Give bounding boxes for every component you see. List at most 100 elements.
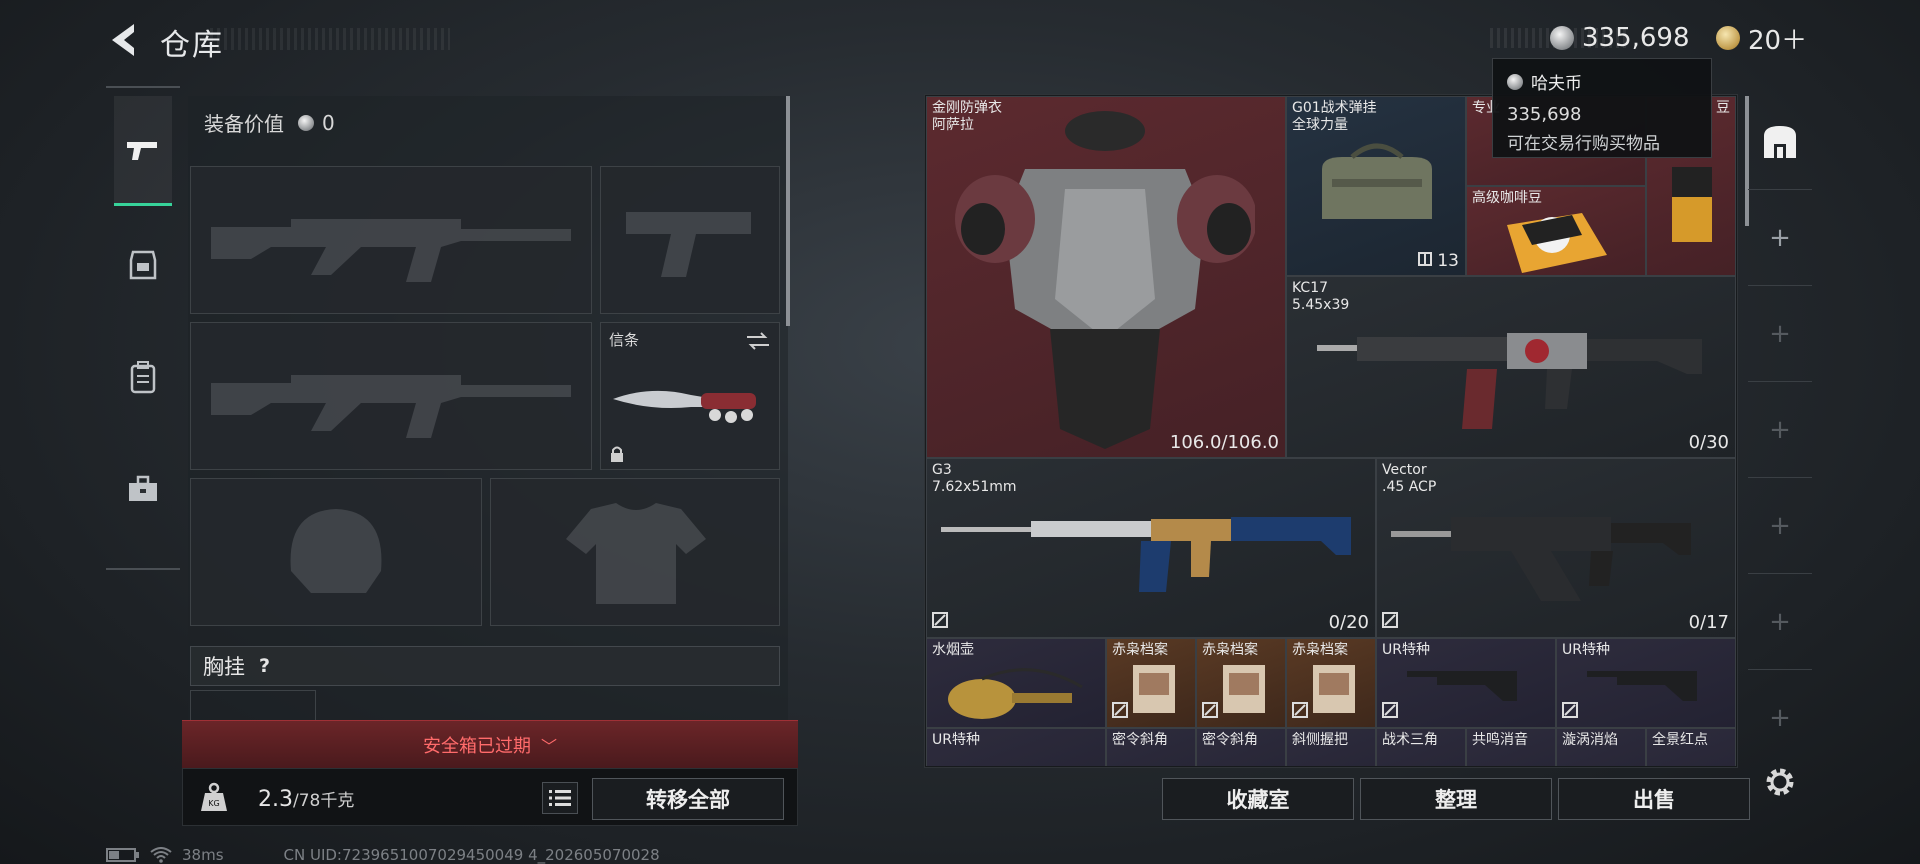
currency-display[interactable]: 335,698 — [1550, 22, 1690, 54]
plus-icon: + — [1769, 222, 1791, 253]
item-name: 共鸣消音 — [1472, 732, 1528, 748]
item-name: G3 7.62x51mm — [932, 462, 1017, 495]
duffel-bag-icon — [1322, 143, 1432, 219]
toolbox-icon — [129, 475, 157, 501]
stash-item[interactable]: G3 7.62x51mm 0/20 — [926, 458, 1376, 638]
stash-page-slot[interactable]: + — [1748, 286, 1812, 382]
stash-item[interactable]: 漩涡消焰 — [1556, 728, 1646, 766]
item-capacity: 13 — [1417, 251, 1459, 271]
stash-item[interactable]: 密令斜角 — [1106, 728, 1196, 766]
safe-box-status: 安全箱已过期 — [422, 735, 531, 757]
item-name: 赤枭档案 — [1202, 642, 1258, 658]
stash-item[interactable]: 赤枭档案 — [1196, 638, 1286, 728]
stash-page-slot[interactable]: + — [1748, 574, 1812, 670]
body-armor-icon — [955, 111, 1255, 449]
tab-weapons[interactable] — [114, 96, 172, 206]
stash-grid: 金刚防弹衣 阿萨拉 106.0/106.0 G01战术弹挂 全球力量 13 专业 — [926, 96, 1736, 766]
stash-page-main[interactable] — [1748, 94, 1812, 190]
stash-item[interactable]: 战术三角 — [1376, 728, 1466, 766]
currency-amount: 335,698 — [1582, 23, 1690, 53]
sidearm-slot[interactable] — [600, 166, 780, 314]
add-stash-page-button[interactable]: + — [1748, 190, 1812, 286]
vest-silhouette-icon — [566, 503, 706, 604]
stash-page-rail: + + + + + + — [1748, 94, 1812, 766]
wifi-icon — [150, 847, 172, 863]
item-ammo: 0/17 — [1688, 612, 1729, 633]
armor-slot[interactable] — [490, 478, 780, 626]
item-name: UR特种 — [932, 732, 980, 748]
stash-item[interactable]: 水烟壶 — [926, 638, 1106, 728]
item-name: 密令斜角 — [1202, 732, 1258, 748]
stash-item[interactable]: KC17 5.45x39 0/30 — [1286, 276, 1736, 458]
tab-backpack[interactable] — [114, 322, 172, 432]
backpack-icon — [130, 361, 156, 394]
stash-item[interactable]: G01战术弹挂 全球力量 13 — [1286, 96, 1466, 276]
stash-item[interactable]: UR特种 — [1376, 638, 1556, 728]
list-view-button[interactable] — [542, 782, 578, 814]
melee-slot[interactable]: 信条 — [600, 322, 780, 470]
stash-page-slot[interactable]: + — [1748, 382, 1812, 478]
repair-icon — [1382, 702, 1398, 718]
helmet-slot[interactable] — [190, 478, 482, 626]
currency-tooltip: 哈夫币 335,698 可在交易行购买物品 — [1492, 58, 1712, 158]
ticket-display[interactable]: 20＋ — [1716, 22, 1807, 56]
stash-page-slot[interactable]: + — [1748, 478, 1812, 574]
dossier-icon — [1133, 665, 1175, 713]
stash-item[interactable]: 赤枭档案 — [1106, 638, 1196, 728]
item-name: G01战术弹挂 全球力量 — [1292, 100, 1377, 133]
tab-gear[interactable] — [114, 210, 172, 320]
dossier-icon — [1223, 665, 1265, 713]
primary-weapon-slot[interactable] — [190, 166, 592, 314]
transfer-all-button[interactable]: 转移全部 — [592, 778, 784, 820]
chest-rig-label: 胸挂 — [203, 655, 245, 679]
repair-icon — [1562, 702, 1578, 718]
item-name: 赤枭档案 — [1292, 642, 1348, 658]
gear-icon — [1766, 768, 1794, 796]
safe-box-banner[interactable]: 安全箱已过期 ﹀ — [182, 720, 798, 768]
stash-item[interactable]: UR特种 — [1556, 638, 1736, 728]
haf-coin-icon — [298, 114, 314, 131]
pistol-silhouette-icon — [626, 212, 751, 277]
hookah-icon — [948, 668, 1083, 719]
equipment-scrollbar[interactable] — [786, 96, 790, 326]
repair-icon — [932, 612, 948, 628]
stash-item[interactable]: 高级咖啡豆 — [1466, 186, 1646, 276]
stock-icon — [1407, 671, 1517, 701]
stash-item[interactable]: 共鸣消音 — [1466, 728, 1556, 766]
swap-icon[interactable] — [745, 331, 771, 351]
stash-item[interactable]: 全景红点 — [1646, 728, 1736, 766]
repair-icon — [1292, 702, 1308, 718]
weight-current: 2.3 — [258, 787, 293, 812]
sort-button[interactable]: 整理 — [1360, 778, 1552, 820]
item-name: 斜侧握把 — [1292, 732, 1348, 748]
tab-toolbox[interactable] — [114, 434, 172, 544]
back-button[interactable] — [104, 18, 148, 62]
stash-item[interactable]: UR特种 — [926, 728, 1106, 766]
chevron-down-icon: ﹀ — [540, 736, 557, 756]
plus-icon: + — [1769, 703, 1791, 733]
settings-button[interactable] — [1762, 764, 1798, 804]
stash-item[interactable]: 密令斜角 — [1196, 728, 1286, 766]
plus-icon: + — [1769, 606, 1791, 637]
back-arrow-icon — [112, 24, 134, 56]
stash-item[interactable]: 金刚防弹衣 阿萨拉 106.0/106.0 — [926, 96, 1286, 458]
sell-button[interactable]: 出售 — [1558, 778, 1750, 820]
item-durability: 106.0/106.0 — [1169, 432, 1279, 453]
ping-readout: 38ms — [182, 846, 224, 864]
chest-rig-section: 胸挂 ? — [190, 646, 780, 686]
item-ammo: 0/20 — [1328, 612, 1369, 633]
secondary-weapon-slot[interactable] — [190, 322, 592, 470]
weight-max: /78千克 — [293, 791, 355, 811]
battery-icon — [106, 848, 139, 862]
haf-coin-icon — [1507, 73, 1523, 90]
dossier-icon — [1313, 665, 1355, 713]
lock-icon — [611, 446, 623, 462]
stash-item[interactable]: 赤枭档案 — [1286, 638, 1376, 728]
repair-icon — [1112, 702, 1128, 718]
help-icon[interactable]: ? — [259, 655, 270, 677]
collection-room-button[interactable]: 收藏室 — [1162, 778, 1354, 820]
stash-page-slot[interactable]: + — [1748, 670, 1812, 766]
stash-item[interactable]: Vector .45 ACP 0/17 — [1376, 458, 1736, 638]
stash-item[interactable]: 斜侧握把 — [1286, 728, 1376, 766]
rifle-silhouette-icon — [211, 219, 571, 282]
